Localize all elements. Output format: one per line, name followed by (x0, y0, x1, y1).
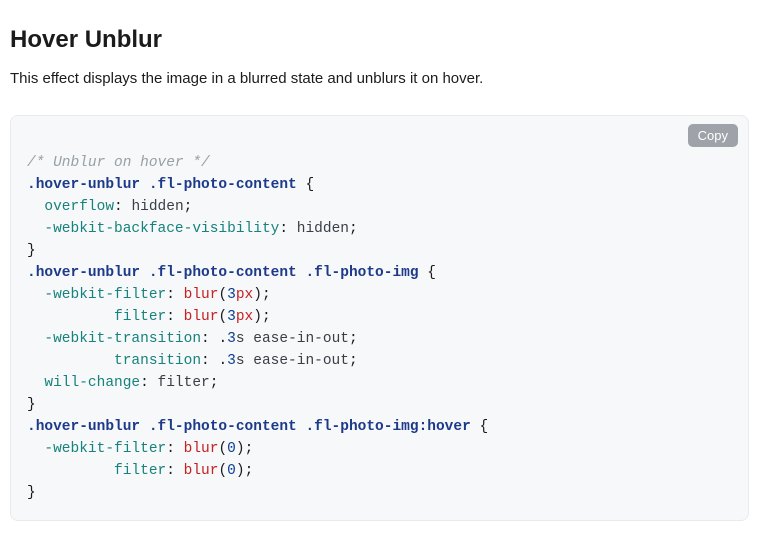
code-content: /* Unblur on hover */ .hover-unblur .fl-… (27, 152, 732, 504)
section-heading: Hover Unblur (10, 26, 749, 54)
code-block: Copy /* Unblur on hover */ .hover-unblur… (10, 115, 749, 521)
section-description: This effect displays the image in a blur… (10, 68, 749, 91)
copy-button[interactable]: Copy (688, 124, 738, 147)
